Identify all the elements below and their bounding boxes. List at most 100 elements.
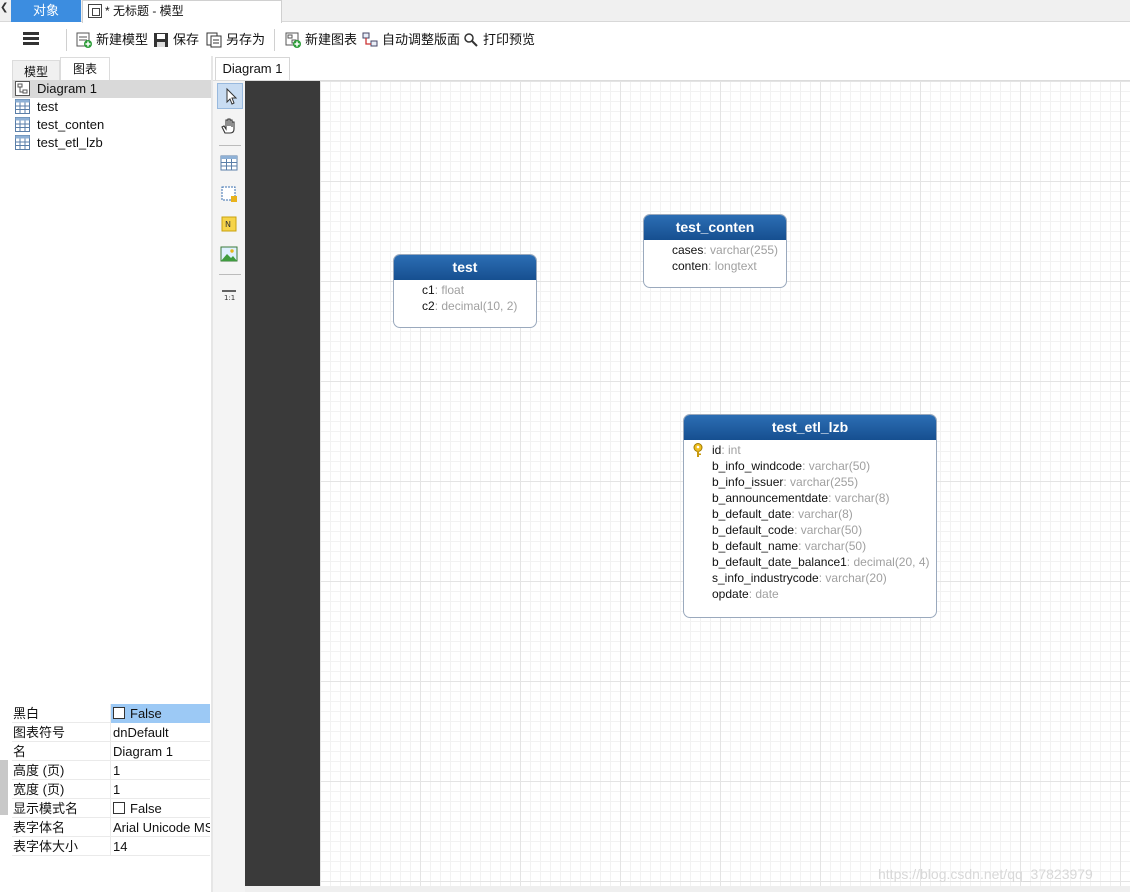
save-icon bbox=[154, 33, 168, 47]
tree-item-table[interactable]: test bbox=[12, 98, 211, 116]
auto-layout-label: 自动调整版面 bbox=[382, 32, 461, 47]
entity-title: test_etl_lzb bbox=[684, 415, 936, 440]
auto-layout-icon bbox=[362, 32, 378, 47]
property-value[interactable]: 1 bbox=[110, 780, 210, 799]
chevron-left-icon[interactable]: ❮ bbox=[0, 2, 8, 13]
field-type: : varchar(50) bbox=[798, 539, 867, 553]
property-value-checkbox[interactable]: False bbox=[110, 799, 210, 818]
field-type: : date bbox=[748, 587, 779, 601]
checkbox-icon[interactable] bbox=[113, 707, 125, 719]
entity-field: b_default_date: varchar(8) bbox=[712, 506, 936, 522]
property-value[interactable]: Arial Unicode MS bbox=[110, 818, 210, 837]
table-icon bbox=[15, 117, 30, 132]
zoom-reset-button[interactable]: 1:1 bbox=[217, 282, 243, 308]
entity-field: opdate: date bbox=[712, 586, 936, 602]
primary-key-icon bbox=[693, 443, 703, 457]
property-value[interactable]: dnDefault bbox=[110, 723, 210, 742]
left-panel-tabs: 模型 图表 bbox=[12, 57, 212, 81]
tab-chart[interactable]: 图表 bbox=[60, 57, 110, 81]
note-tool-button[interactable]: N bbox=[217, 212, 243, 238]
model-icon bbox=[88, 4, 102, 18]
image-icon bbox=[220, 246, 238, 262]
entity-field: b_info_issuer: varchar(255) bbox=[712, 474, 936, 490]
tree-item-table[interactable]: test_etl_lzb bbox=[12, 134, 211, 152]
menu-icon[interactable] bbox=[23, 32, 39, 46]
new-model-button[interactable]: 新建模型 bbox=[76, 31, 148, 49]
tab-model-label: * 无标题 - 模型 bbox=[105, 4, 184, 18]
diagram-icon bbox=[15, 81, 30, 96]
property-name: 名 bbox=[13, 744, 27, 759]
field-type: : float bbox=[434, 283, 465, 297]
tab-model[interactable]: 模型 bbox=[12, 60, 60, 81]
table-icon bbox=[15, 135, 30, 150]
image-tool-button[interactable] bbox=[217, 242, 243, 268]
field-type: : decimal(10, 2) bbox=[434, 299, 518, 313]
field-name: b_info_windcode bbox=[712, 459, 803, 473]
field-type: : decimal(20, 4) bbox=[846, 555, 930, 569]
table-tool-button[interactable] bbox=[217, 151, 243, 177]
new-model-label: 新建模型 bbox=[96, 32, 149, 47]
properties-grid: 黑白 False 图表符号 dnDefault 名 Diagram 1 高度 (… bbox=[12, 704, 210, 856]
entity-fields: c1: float c2: decimal(10, 2) bbox=[394, 280, 536, 314]
note-icon: N bbox=[221, 216, 237, 232]
entity-field: b_announcementdate: varchar(8) bbox=[712, 490, 936, 506]
label-tool-button[interactable] bbox=[217, 182, 243, 208]
property-value[interactable]: 14 bbox=[110, 837, 210, 856]
property-row: 图表符号 dnDefault bbox=[12, 723, 210, 742]
save-label: 保存 bbox=[173, 32, 200, 47]
tree-item-label: test_conten bbox=[37, 117, 105, 132]
new-diagram-button[interactable]: 新建图表 bbox=[285, 31, 357, 49]
scrollbar-thumb[interactable] bbox=[0, 760, 8, 815]
entity-test-etl-lzb[interactable]: test_etl_lzb id: int b_info_windcode: va… bbox=[683, 414, 937, 618]
print-preview-label: 打印预览 bbox=[483, 32, 536, 47]
field-name: b_default_name bbox=[712, 539, 799, 553]
property-row: 表字体名 Arial Unicode MS bbox=[12, 818, 210, 837]
field-type: : varchar(50) bbox=[802, 459, 871, 473]
print-preview-button[interactable]: 打印预览 bbox=[463, 31, 535, 49]
tree-item-label: test_etl_lzb bbox=[37, 135, 103, 150]
property-name: 图表符号 bbox=[13, 725, 66, 740]
property-name: 高度 (页) bbox=[13, 763, 65, 778]
entity-test[interactable]: test c1: float c2: decimal(10, 2) bbox=[393, 254, 537, 328]
pointer-tool-button[interactable] bbox=[217, 83, 243, 109]
horizontal-scrollbar[interactable] bbox=[245, 886, 1130, 892]
table-icon bbox=[15, 99, 30, 114]
tab-diagram[interactable]: Diagram 1 bbox=[215, 57, 290, 81]
property-value[interactable]: 1 bbox=[110, 761, 210, 780]
field-type: : varchar(8) bbox=[791, 507, 853, 521]
field-name: conten bbox=[672, 259, 709, 273]
property-name: 黑白 bbox=[13, 706, 40, 721]
property-row: 高度 (页) 1 bbox=[12, 761, 210, 780]
checkbox-icon[interactable] bbox=[113, 802, 125, 814]
tree-item-table[interactable]: test_conten bbox=[12, 116, 211, 134]
property-value: False bbox=[130, 801, 162, 816]
print-preview-icon bbox=[464, 33, 478, 47]
entity-field: c1: float bbox=[422, 282, 536, 298]
entity-title: test bbox=[394, 255, 536, 280]
zoom-reset-icon: 1:1 bbox=[222, 290, 236, 302]
tab-model-untitled[interactable]: * 无标题 - 模型 bbox=[82, 0, 282, 23]
save-as-button[interactable]: 另存为 bbox=[206, 31, 265, 49]
field-type: : varchar(20) bbox=[818, 571, 887, 585]
field-type: : varchar(8) bbox=[828, 491, 890, 505]
table-icon bbox=[220, 155, 238, 171]
entity-field: b_default_date_balance1: decimal(20, 4) bbox=[712, 554, 936, 570]
field-type: : varchar(255) bbox=[783, 475, 859, 489]
property-value[interactable]: Diagram 1 bbox=[110, 742, 210, 761]
property-row: 显示模式名 False bbox=[12, 799, 210, 818]
new-model-icon bbox=[76, 32, 92, 48]
save-button[interactable]: 保存 bbox=[153, 31, 199, 49]
entity-test-conten[interactable]: test_conten cases: varchar(255) conten: … bbox=[643, 214, 787, 288]
entity-title: test_conten bbox=[644, 215, 786, 240]
entity-fields: cases: varchar(255) conten: longtext bbox=[644, 240, 786, 274]
tree-item-label: Diagram 1 bbox=[37, 81, 97, 96]
tree-item-diagram[interactable]: Diagram 1 bbox=[12, 80, 211, 98]
new-diagram-icon bbox=[285, 32, 301, 48]
field-name: id bbox=[712, 443, 722, 457]
auto-layout-button[interactable]: 自动调整版面 bbox=[362, 31, 460, 49]
hand-tool-button[interactable] bbox=[217, 114, 243, 140]
tab-objects[interactable]: 对象 bbox=[11, 0, 81, 22]
property-value-checkbox[interactable]: False bbox=[110, 704, 210, 723]
property-name: 宽度 (页) bbox=[13, 782, 65, 797]
entity-field: id: int bbox=[693, 442, 936, 458]
